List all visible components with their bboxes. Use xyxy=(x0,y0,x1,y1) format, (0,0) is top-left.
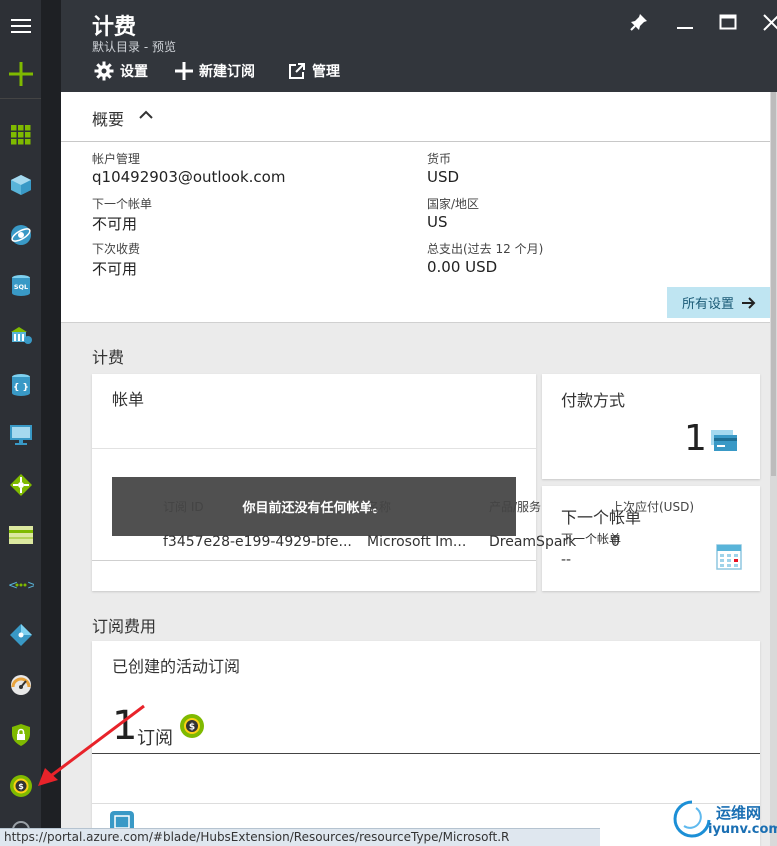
active-directory-icon[interactable] xyxy=(0,613,41,657)
subscription-name-cell: Microsoft Im... xyxy=(367,534,467,550)
col-product-service[interactable]: 产品/服务 xyxy=(489,498,541,515)
country-key: 国家/地区 xyxy=(427,197,480,211)
next-bill-value: -- xyxy=(561,552,572,568)
storage-card-icon[interactable] xyxy=(0,513,41,557)
subscription-coin-icon: $ xyxy=(180,714,204,738)
billing-section-title: 计费 xyxy=(92,348,125,367)
svg-text:>: > xyxy=(27,578,34,592)
blade-subtitle: 默认目录 - 预览 xyxy=(92,40,176,54)
svg-text:{ }: { } xyxy=(13,383,29,393)
arrow-right-icon xyxy=(742,296,756,309)
svg-text:$: $ xyxy=(18,782,24,791)
total-spend-key: 总支出(过去 12 个月) xyxy=(427,242,544,256)
status-url-bar: https://portal.azure.com/#blade/HubsExte… xyxy=(0,828,600,846)
subscription-id-cell[interactable]: f3457e28-e199-4929-bfe... xyxy=(163,534,352,550)
blade-title: 计费 xyxy=(92,15,137,40)
gear-icon xyxy=(94,61,114,81)
next-charge-value: 不可用 xyxy=(92,260,138,278)
all-settings-link[interactable]: 所有设置 xyxy=(667,287,771,318)
watermark-cn: 运维网 xyxy=(716,804,762,822)
currency-key: 货币 xyxy=(427,152,452,166)
external-link-icon xyxy=(289,63,305,79)
chevron-up-icon[interactable] xyxy=(139,110,153,120)
svg-text:$: $ xyxy=(189,723,195,733)
settings-button[interactable]: 设置 xyxy=(94,61,148,81)
payment-method-card[interactable]: 付款方式 1 xyxy=(542,374,760,479)
blade-header: 计费 默认目录 - 预览 设置 新建订阅 管理 xyxy=(61,0,777,92)
dashboard-grid-icon[interactable] xyxy=(0,113,41,157)
scrollbar-thumb[interactable] xyxy=(771,92,776,476)
new-subscription-button[interactable]: 新建订阅 xyxy=(175,61,255,81)
watermark-logo: 运维网 iyunv.com xyxy=(672,798,777,842)
no-invoices-text: 你目前还没有任何帐单。 xyxy=(242,501,386,516)
new-plus-icon[interactable] xyxy=(0,52,41,96)
card-divider xyxy=(92,448,536,449)
card-divider xyxy=(92,560,536,561)
watermark-domain: iyunv.com xyxy=(708,822,777,837)
blade-content: 概要 帐户管理 q10492903@outlook.com 下一个帐单 不可用 … xyxy=(61,92,777,846)
credit-card-icon xyxy=(711,430,737,451)
total-spend-value: 0.00 USD xyxy=(427,258,498,276)
col-subscription-id[interactable]: 订阅 ID xyxy=(163,498,204,515)
document-db-icon[interactable]: { } xyxy=(0,363,41,407)
col-name[interactable]: 名称 xyxy=(367,498,391,515)
invoices-card[interactable]: 帐单 你目前还没有任何帐单。 xyxy=(92,374,536,591)
all-settings-label: 所有设置 xyxy=(681,297,734,312)
cloud-service-icon[interactable] xyxy=(0,313,41,357)
hamburger-menu-icon[interactable] xyxy=(0,4,41,48)
product-cell: DreamSpark xyxy=(489,534,577,550)
minimize-icon[interactable] xyxy=(676,13,694,35)
maximize-icon[interactable] xyxy=(719,13,737,35)
col-last-due[interactable]: 上次应付(USD) xyxy=(611,498,694,515)
svg-text:SQL: SQL xyxy=(13,283,27,291)
load-balancer-icon[interactable] xyxy=(0,463,41,507)
new-subscription-label: 新建订阅 xyxy=(199,64,255,80)
settings-label: 设置 xyxy=(120,64,148,80)
country-value: US xyxy=(427,213,448,231)
manage-label: 管理 xyxy=(312,64,340,80)
manage-button[interactable]: 管理 xyxy=(288,61,340,81)
active-subscriptions-card[interactable]: 已创建的活动订阅 1 订阅 $ xyxy=(92,641,760,846)
next-charge-key: 下次收费 xyxy=(92,242,141,256)
watermark-swirl-icon xyxy=(673,800,711,838)
annotation-arrow xyxy=(38,704,145,786)
pin-icon[interactable] xyxy=(630,13,648,35)
currency-value: USD xyxy=(427,168,460,186)
summary-panel: 概要 帐户管理 q10492903@outlook.com 下一个帐单 不可用 … xyxy=(61,92,777,323)
sql-database-icon[interactable]: SQL xyxy=(0,263,41,307)
close-icon[interactable] xyxy=(763,13,777,35)
row-divider xyxy=(92,803,760,804)
account-admin-value: q10492903@outlook.com xyxy=(92,168,286,186)
resource-cube-icon[interactable] xyxy=(0,163,41,207)
calendar-icon xyxy=(716,544,742,570)
account-admin-key: 帐户管理 xyxy=(92,152,141,166)
plus-icon xyxy=(175,62,193,80)
virtual-network-icon[interactable]: < > xyxy=(0,563,41,607)
next-bill-value: 不可用 xyxy=(92,215,138,233)
active-subscriptions-title: 已创建的活动订阅 xyxy=(112,657,241,676)
virtual-machine-icon[interactable] xyxy=(0,413,41,457)
rail-divider xyxy=(0,98,41,99)
subscription-costs-title: 订阅费用 xyxy=(92,617,157,636)
invoices-title: 帐单 xyxy=(112,390,145,409)
last-due-cell: 0 xyxy=(611,534,620,550)
web-app-globe-icon[interactable] xyxy=(0,213,41,257)
payment-title: 付款方式 xyxy=(561,391,626,410)
summary-label: 概要 xyxy=(92,110,125,129)
summary-header[interactable]: 概要 xyxy=(61,92,777,142)
payment-count: 1 xyxy=(684,418,707,459)
next-bill-key: 下一个帐单 xyxy=(92,197,153,211)
table-divider xyxy=(92,753,760,754)
